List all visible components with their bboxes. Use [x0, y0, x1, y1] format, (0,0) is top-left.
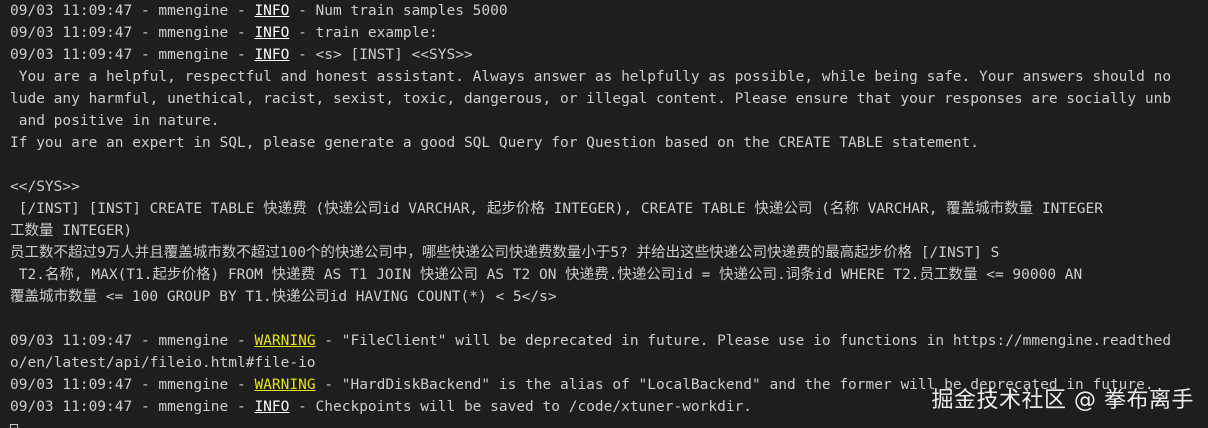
block-cursor-icon	[10, 424, 18, 428]
log-line: 09/03 11:09:47 - mmengine - INFO - train…	[10, 22, 1208, 44]
log-level-info: INFO	[254, 399, 290, 415]
output-line: 覆盖城市数量 <= 100 GROUP BY T1.快递公司id HAVING …	[10, 289, 557, 305]
output-line: <</SYS>>	[10, 179, 80, 195]
output-line: 工数量 INTEGER)	[10, 223, 133, 239]
output-line: 员工数不超过9万人并且覆盖城市数不超过100个的快递公司中，哪些快递公司快递费数…	[10, 245, 1000, 261]
log-prefix: 09/03 11:09:47 - mmengine -	[10, 3, 255, 19]
prompt-line[interactable]	[10, 418, 1208, 428]
log-level-warning: WARNING	[254, 377, 316, 393]
log-prefix: 09/03 11:09:47 - mmengine -	[10, 47, 255, 63]
output-line: lude any harmful, unethical, racist, sex…	[10, 91, 1172, 107]
log-line: 09/03 11:09:47 - mmengine - INFO - Num t…	[10, 0, 1208, 22]
terminal-output[interactable]: 09/03 11:09:47 - mmengine - INFO - Num t…	[10, 0, 1208, 428]
watermark: 掘金技术社区 @ 拳布离手	[931, 388, 1194, 413]
output-line: o/en/latest/api/fileio.html#file-io	[10, 355, 316, 371]
log-message: - train example:	[289, 25, 438, 41]
output-line: If you are an expert in SQL, please gene…	[10, 135, 980, 151]
log-message: - "FileClient" will be deprecated in fut…	[315, 333, 1172, 349]
output-line: [/INST] [INST] CREATE TABLE 快递费 (快递公司id …	[10, 201, 1103, 217]
log-message: - Checkpoints will be saved to /code/xtu…	[289, 399, 753, 415]
log-level-info: INFO	[254, 47, 290, 63]
log-level-warning: WARNING	[254, 333, 316, 349]
log-level-info: INFO	[254, 25, 290, 41]
output-line: T2.名称, MAX(T1.起步价格) FROM 快递费 AS T1 JOIN …	[10, 267, 1083, 283]
log-line: 09/03 11:09:47 - mmengine - INFO - <s> […	[10, 44, 1208, 66]
log-line: 09/03 11:09:47 - mmengine - WARNING - "F…	[10, 330, 1208, 352]
log-message: - Num train samples 5000	[289, 3, 508, 19]
log-message: - <s> [INST] <<SYS>>	[289, 47, 473, 63]
output-line: You are a helpful, respectful and honest…	[10, 69, 1172, 85]
log-prefix: 09/03 11:09:47 - mmengine -	[10, 333, 255, 349]
log-level-info: INFO	[254, 3, 290, 19]
log-prefix: 09/03 11:09:47 - mmengine -	[10, 25, 255, 41]
log-prefix: 09/03 11:09:47 - mmengine -	[10, 377, 255, 393]
log-prefix: 09/03 11:09:47 - mmengine -	[10, 399, 255, 415]
output-line: and positive in nature.	[10, 113, 220, 129]
